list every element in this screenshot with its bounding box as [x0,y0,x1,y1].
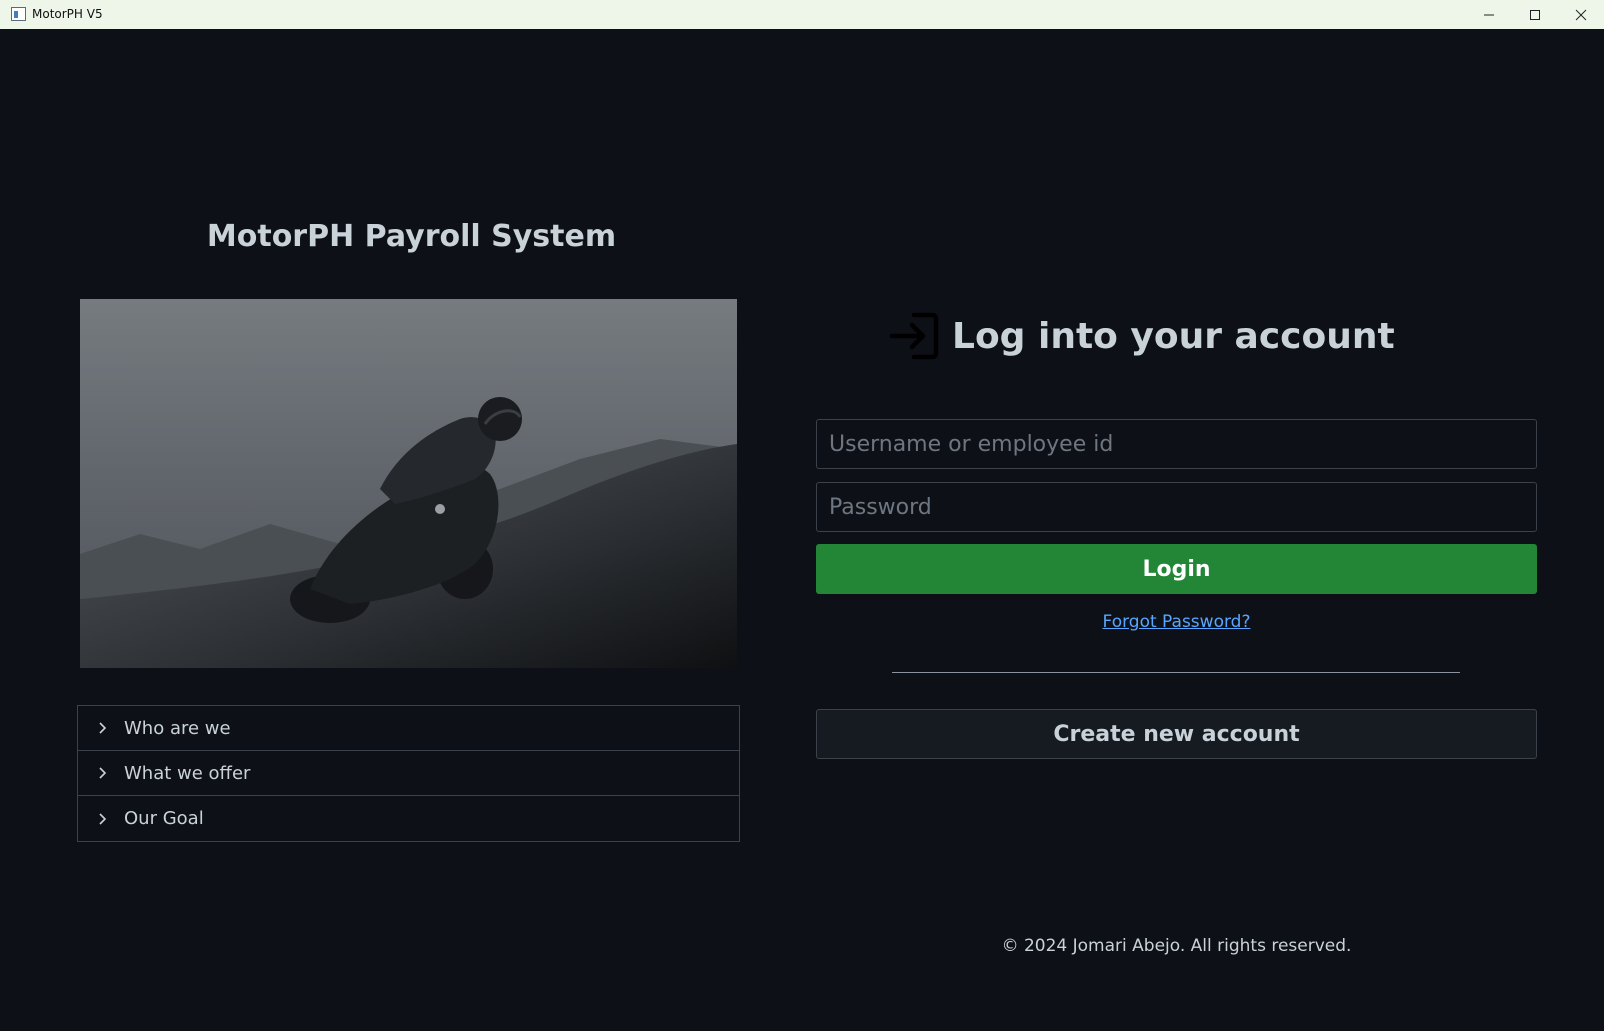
accordion-label: What we offer [124,762,251,784]
minimize-icon [1484,14,1494,15]
forgot-password-link[interactable]: Forgot Password? [1103,612,1251,632]
divider [892,672,1460,673]
chevron-right-icon [98,767,110,779]
app-icon [11,7,26,21]
close-button[interactable] [1558,0,1604,29]
login-button[interactable]: Login [816,544,1537,594]
login-heading: Log into your account [888,311,1395,361]
info-accordion: Who are we What we offer Our Goal [77,705,740,842]
minimize-button[interactable] [1466,0,1512,29]
maximize-icon [1530,9,1540,20]
password-input[interactable] [817,483,1536,531]
forgot-password-container: Forgot Password? [816,612,1537,632]
maximize-button[interactable] [1512,0,1558,29]
window-title: MotorPH V5 [32,7,103,21]
login-icon [888,311,940,361]
accordion-label: Our Goal [124,808,204,829]
window-titlebar: MotorPH V5 [0,0,1604,29]
username-field[interactable] [816,419,1537,469]
accordion-item-what-we-offer[interactable]: What we offer [78,751,739,796]
footer-copyright: © 2024 Jomari Abejo. All rights reserved… [1001,936,1352,956]
hero-scene [80,299,737,668]
close-icon [1575,9,1587,20]
chevron-right-icon [98,812,110,825]
create-account-button[interactable]: Create new account [816,709,1537,759]
app-title: MotorPH Payroll System [206,219,617,254]
accordion-item-our-goal[interactable]: Our Goal [78,796,739,841]
password-field[interactable] [816,482,1537,532]
motorcycle-rider-image [80,299,737,668]
chevron-right-icon [98,722,110,734]
accordion-label: Who are we [124,717,231,739]
username-input[interactable] [817,420,1536,468]
login-heading-text: Log into your account [952,315,1395,357]
main-window: MotorPH Payroll System Who are we What w… [3,29,1601,1028]
accordion-item-who-are-we[interactable]: Who are we [78,706,739,751]
